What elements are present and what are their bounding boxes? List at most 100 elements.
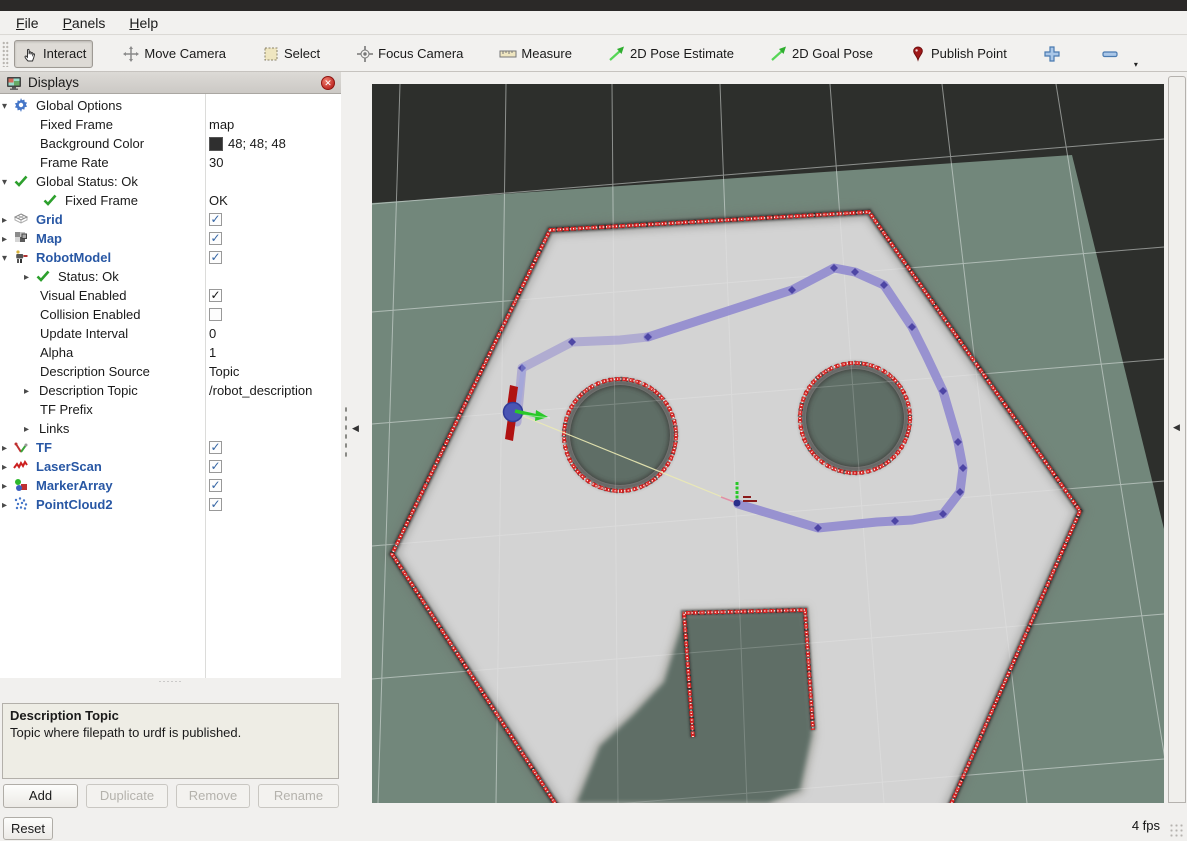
- add-tool-button[interactable]: [1036, 40, 1072, 68]
- tool-label: Publish Point: [931, 46, 1007, 61]
- 3d-scene[interactable]: [372, 84, 1164, 803]
- collapse-arrow-icon[interactable]: ▾: [2, 173, 13, 192]
- property-value[interactable]: 30: [209, 153, 223, 172]
- menu-file[interactable]: File: [4, 11, 51, 35]
- close-icon[interactable]: ✕: [321, 76, 335, 90]
- enabled-checkbox[interactable]: ✓: [209, 289, 222, 302]
- display-row-update-interval[interactable]: Update Interval 0: [0, 324, 341, 343]
- property-value[interactable]: ✓: [209, 286, 222, 305]
- property-value[interactable]: 1: [209, 343, 216, 362]
- display-row-frame-rate[interactable]: Frame Rate30: [0, 153, 341, 172]
- panel-buttons: AddDuplicateRemoveRename: [3, 784, 339, 808]
- property-value[interactable]: /robot_description: [209, 381, 312, 400]
- display-row-global-status-ok[interactable]: ▾Global Status: Ok: [0, 172, 341, 191]
- property-value[interactable]: ✓: [209, 476, 222, 495]
- property-value[interactable]: ✓: [209, 248, 222, 267]
- tool-measure[interactable]: Measure: [492, 40, 579, 68]
- property-value[interactable]: [209, 305, 222, 324]
- display-row-tf[interactable]: ▸TF✓: [0, 438, 341, 457]
- display-row-fixed-frame[interactable]: Fixed FrameOK: [0, 191, 341, 210]
- property-value[interactable]: OK: [209, 191, 228, 210]
- property-value[interactable]: ✓: [209, 495, 222, 514]
- collapse-arrow-icon[interactable]: ▾: [2, 97, 13, 116]
- right-panel-strip[interactable]: ◀: [1168, 76, 1186, 803]
- display-row-status-ok[interactable]: ▸Status: Ok: [0, 267, 341, 286]
- render-viewport[interactable]: [372, 84, 1164, 803]
- display-row-description-source[interactable]: Description SourceTopic: [0, 362, 341, 381]
- display-row-tf-prefix[interactable]: TF Prefix: [0, 400, 341, 419]
- resize-grip[interactable]: [1169, 823, 1185, 839]
- dropdown-caret-icon[interactable]: ▾: [1134, 60, 1138, 69]
- menu-help[interactable]: Help: [117, 11, 170, 35]
- property-value[interactable]: ✓: [209, 438, 222, 457]
- expand-arrow-icon[interactable]: ▸: [2, 477, 13, 496]
- enabled-checkbox[interactable]: ✓: [209, 251, 222, 264]
- display-row-background-color[interactable]: Background Color48; 48; 48: [0, 134, 341, 153]
- display-row-pointcloud2[interactable]: ▸ PointCloud2 ✓: [0, 495, 341, 514]
- expand-arrow-icon[interactable]: ▸: [24, 268, 35, 287]
- tool-move-camera[interactable]: Move Camera: [115, 40, 233, 68]
- enabled-checkbox[interactable]: ✓: [209, 441, 222, 454]
- plus-icon: [1043, 45, 1061, 63]
- toolbar-drag-handle[interactable]: [2, 41, 9, 67]
- collapse-right-arrow-icon[interactable]: ◀: [1173, 423, 1180, 433]
- property-value[interactable]: 48; 48; 48: [209, 134, 286, 153]
- tree-help-splitter[interactable]: ······: [0, 678, 341, 686]
- expand-arrow-icon[interactable]: ▸: [24, 420, 35, 439]
- splitter-grip[interactable]: [344, 405, 348, 461]
- display-row-collision-enabled[interactable]: Collision Enabled: [0, 305, 341, 324]
- property-value[interactable]: ✓: [209, 229, 222, 248]
- display-row-laserscan[interactable]: ▸LaserScan✓: [0, 457, 341, 476]
- expand-arrow-icon[interactable]: ▸: [24, 382, 35, 401]
- goal-pose-arrow-icon: [770, 45, 788, 63]
- collapse-left-arrow-icon[interactable]: ◀: [352, 424, 359, 434]
- display-row-description-topic[interactable]: ▸Description Topic/robot_description: [0, 381, 341, 400]
- property-label: Links: [39, 421, 69, 436]
- property-label: PointCloud2: [36, 497, 113, 512]
- enabled-checkbox[interactable]: [209, 308, 222, 321]
- toolbar: Interact Move Camera Select Focus Camera Mea…: [0, 36, 1187, 72]
- property-label: Update Interval: [40, 326, 128, 341]
- display-row-visual-enabled[interactable]: Visual Enabled✓: [0, 286, 341, 305]
- focus-camera-icon: [356, 45, 374, 63]
- display-row-global-options[interactable]: ▾Global Options: [0, 96, 341, 115]
- display-row-alpha[interactable]: Alpha1: [0, 343, 341, 362]
- enabled-checkbox[interactable]: ✓: [209, 232, 222, 245]
- tool-2d-pose-estimate[interactable]: 2D Pose Estimate: [601, 40, 741, 68]
- enabled-checkbox[interactable]: ✓: [209, 479, 222, 492]
- property-value[interactable]: Topic: [209, 362, 239, 381]
- add-button[interactable]: Add: [3, 784, 78, 808]
- property-value[interactable]: ✓: [209, 457, 222, 476]
- enabled-checkbox[interactable]: ✓: [209, 460, 222, 473]
- property-value[interactable]: map: [209, 115, 234, 134]
- hand-icon: [21, 45, 39, 63]
- expand-arrow-icon[interactable]: ▸: [2, 439, 13, 458]
- collapse-arrow-icon[interactable]: ▾: [2, 249, 13, 268]
- reset-button[interactable]: Reset: [3, 817, 53, 840]
- expand-arrow-icon[interactable]: ▸: [2, 211, 13, 230]
- display-row-grid[interactable]: ▸Grid✓: [0, 210, 341, 229]
- enabled-checkbox[interactable]: ✓: [209, 213, 222, 226]
- rename-button: Rename: [258, 784, 339, 808]
- display-row-links[interactable]: ▸ Links: [0, 419, 341, 438]
- expand-arrow-icon[interactable]: ▸: [2, 496, 13, 515]
- left-splitter[interactable]: ◀: [341, 72, 372, 803]
- enabled-checkbox[interactable]: ✓: [209, 498, 222, 511]
- tool-2d-goal-pose[interactable]: 2D Goal Pose: [763, 40, 880, 68]
- tool-interact[interactable]: Interact: [14, 40, 93, 68]
- display-row-robotmodel[interactable]: ▾RobotModel✓: [0, 248, 341, 267]
- menu-bar: FilePanelsHelp: [0, 11, 1187, 35]
- tool-publish-point[interactable]: Publish Point: [902, 40, 1014, 68]
- expand-arrow-icon[interactable]: ▸: [2, 458, 13, 477]
- menu-panels[interactable]: Panels: [51, 11, 118, 35]
- tool-focus-camera[interactable]: Focus Camera: [349, 40, 470, 68]
- expand-arrow-icon[interactable]: ▸: [2, 230, 13, 249]
- check-icon: [13, 173, 29, 189]
- display-row-map[interactable]: ▸Map✓: [0, 229, 341, 248]
- remove-tool-button[interactable]: ▾: [1094, 40, 1130, 68]
- property-value[interactable]: ✓: [209, 210, 222, 229]
- display-row-markerarray[interactable]: ▸MarkerArray✓: [0, 476, 341, 495]
- display-row-fixed-frame[interactable]: Fixed Framemap: [0, 115, 341, 134]
- tool-select[interactable]: Select: [255, 40, 327, 68]
- property-value[interactable]: 0: [209, 324, 216, 343]
